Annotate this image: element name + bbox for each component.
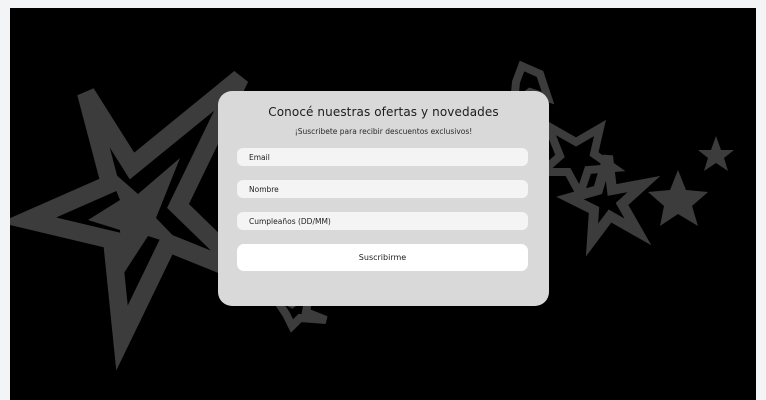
subscribe-button[interactable]: Suscribirme bbox=[237, 244, 528, 271]
birthday-field[interactable] bbox=[237, 212, 528, 230]
subscription-banner: Conocé nuestras ofertas y novedades ¡Sus… bbox=[10, 8, 756, 400]
email-field[interactable] bbox=[237, 148, 528, 166]
star-icon bbox=[698, 136, 734, 171]
name-field[interactable] bbox=[237, 180, 528, 198]
popup-title: Conocé nuestras ofertas y novedades bbox=[268, 105, 499, 119]
star-icon bbox=[10, 71, 257, 371]
subscription-popup: Conocé nuestras ofertas y novedades ¡Sus… bbox=[218, 91, 549, 306]
popup-subtitle: ¡Suscribete para recibir descuentos excl… bbox=[294, 127, 473, 136]
